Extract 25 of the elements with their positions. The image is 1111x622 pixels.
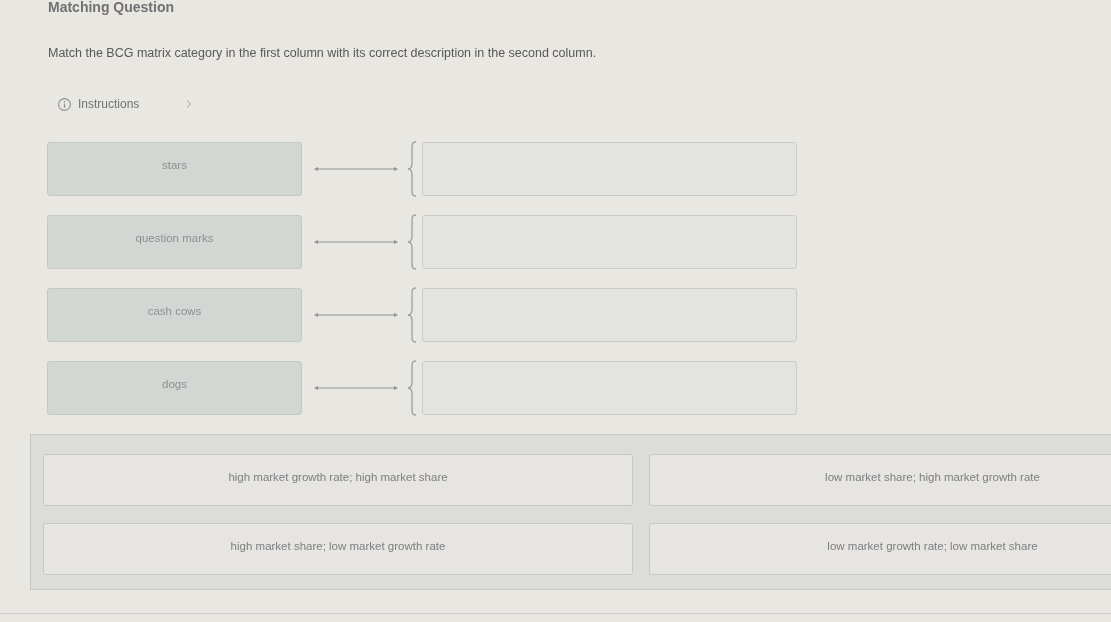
answer-card[interactable]: low market share; high market growth rate [649, 454, 1111, 506]
answer-card[interactable]: high market share; low market growth rate [43, 523, 633, 575]
drop-zone[interactable] [422, 142, 797, 196]
question-title: Matching Question [48, 0, 175, 14]
double-arrow-icon [314, 385, 398, 391]
chevron-icon[interactable] [186, 100, 193, 108]
brace-icon [407, 287, 417, 343]
answer-card[interactable]: high market growth rate; high market share [43, 454, 633, 506]
premise-card: cash cows [47, 288, 302, 342]
double-arrow-icon [314, 239, 398, 245]
question-prompt: Match the BCG matrix category in the first column with its correct description in the second column. [48, 45, 598, 61]
instructions-link[interactable]: Instructions [78, 97, 140, 111]
answer-card[interactable]: low market growth rate; low market share [649, 523, 1111, 575]
drop-zone[interactable] [422, 215, 797, 269]
brace-icon [407, 360, 417, 416]
brace-icon [407, 141, 417, 197]
drop-zone[interactable] [422, 288, 797, 342]
info-icon [58, 97, 71, 111]
double-arrow-icon [314, 166, 398, 172]
premise-card: dogs [47, 361, 302, 415]
double-arrow-icon [314, 312, 398, 318]
premise-card: stars [47, 142, 302, 196]
premise-card: question marks [47, 215, 302, 269]
drop-zone[interactable] [422, 361, 797, 415]
brace-icon [407, 214, 417, 270]
